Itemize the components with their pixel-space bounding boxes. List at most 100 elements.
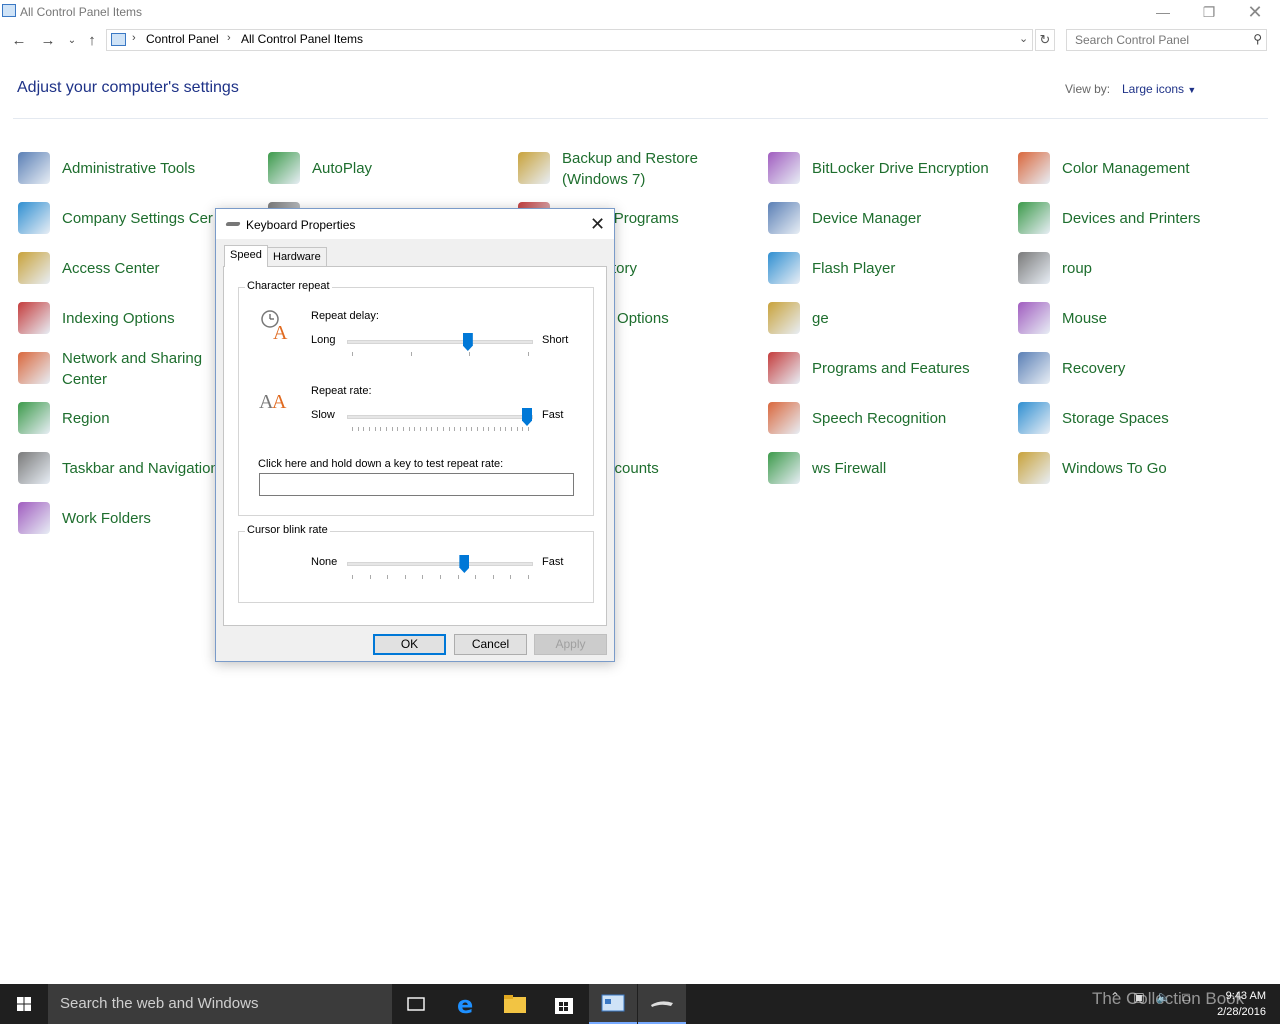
control-panel-item[interactable]: ge (768, 298, 1008, 342)
keyboard-properties-taskbar-icon[interactable] (638, 984, 686, 1024)
view-by-value: Large icons (1122, 82, 1185, 96)
system-tray[interactable]: ⌃ ▣ 🔈 □ (1110, 990, 1190, 1004)
repeat-delay-max-label: Short (542, 334, 569, 346)
control-panel-item[interactable]: Recovery (1018, 348, 1258, 392)
control-panel-item-label: Storage Spaces (1062, 410, 1169, 427)
slider-tick (454, 427, 456, 431)
repeat-rate-max-label: Fast (542, 409, 564, 421)
control-panel-item-label: Windows To Go (1062, 460, 1167, 477)
control-panel-item[interactable]: roup (1018, 248, 1258, 292)
slider-tick (357, 427, 359, 431)
up-arrow-icon[interactable]: ↑ (83, 32, 101, 49)
slider-tick (528, 352, 529, 356)
slider-tick (369, 575, 371, 579)
slider-tick (352, 575, 353, 579)
slider-tick (369, 427, 371, 431)
control-panel-item[interactable]: Speech Recognition (768, 398, 1008, 442)
slider-tick (437, 427, 439, 431)
breadcrumb-separator-icon[interactable]: › (227, 32, 231, 44)
refresh-icon[interactable]: ↻ (1035, 29, 1055, 51)
control-panel-item[interactable]: AutoPlay (268, 148, 508, 192)
repeat-rate-ticks (352, 427, 529, 432)
view-by-dropdown[interactable]: Large icons ▼ (1122, 82, 1196, 96)
repeat-rate-label: Repeat rate: (311, 385, 372, 397)
control-panel-item-label: BitLocker Drive Encryption (812, 160, 989, 177)
restore-icon[interactable]: ❐ (1186, 0, 1232, 24)
store-icon[interactable] (540, 984, 588, 1024)
control-panel-item[interactable]: Backup and Restore (Windows 7) (518, 148, 758, 192)
show-hidden-icons-icon[interactable]: ⌃ (1110, 990, 1120, 1004)
repeat-delay-min-label: Long (311, 334, 336, 346)
control-panel-item[interactable]: Administrative Tools (18, 148, 258, 192)
breadcrumb-all-items[interactable]: All Control Panel Items (241, 32, 363, 46)
firewall-icon (768, 452, 800, 484)
cancel-button[interactable]: Cancel (454, 634, 527, 655)
repeat-rate-slider[interactable] (522, 408, 532, 426)
control-panel-item[interactable]: Color Management (1018, 148, 1258, 192)
edge-icon[interactable]: e (443, 984, 491, 1024)
control-panel-taskbar-icon[interactable] (589, 984, 637, 1024)
label-line: Center (62, 371, 108, 388)
breadcrumb-separator-icon[interactable]: › (132, 32, 136, 44)
search-input[interactable] (1067, 30, 1245, 50)
search-icon[interactable]: ⚲ (1253, 32, 1262, 46)
recent-locations-chevron-icon[interactable]: ⌄ (63, 35, 81, 46)
control-panel-item[interactable]: Windows To Go (1018, 448, 1258, 492)
control-panel-item[interactable]: ws Firewall (768, 448, 1008, 492)
slider-tick (465, 427, 467, 431)
caret-down-icon: ▼ (1187, 85, 1197, 95)
slider-tick (475, 575, 477, 579)
action-center-icon[interactable]: □ (1182, 990, 1189, 1004)
slider-tick (420, 427, 422, 431)
forward-arrow-icon[interactable]: → (39, 32, 57, 49)
slider-tick (510, 427, 512, 431)
file-explorer-icon[interactable] (491, 984, 539, 1024)
back-arrow-icon[interactable]: ← (10, 32, 28, 49)
language-icon (768, 302, 800, 334)
control-panel-item[interactable]: Storage Spaces (1018, 398, 1258, 442)
taskbar-search[interactable]: Search the web and Windows (48, 984, 392, 1024)
slider-tick (510, 575, 512, 579)
control-panel-item[interactable]: BitLocker Drive Encryption (768, 148, 1008, 192)
ok-button[interactable]: OK (373, 634, 446, 655)
control-panel-item[interactable]: Flash Player (768, 248, 1008, 292)
slider-tick (380, 427, 382, 431)
cursor-blink-track (347, 562, 533, 566)
dialog-title-bar: Keyboard Properties ✕ (216, 209, 614, 239)
tab-hardware[interactable]: Hardware (267, 247, 327, 267)
repeat-rate-icon: A A (259, 391, 287, 412)
close-icon[interactable]: ✕ (590, 214, 605, 235)
control-panel-window: All Control Panel Items — ❐ ✕ ← → ⌄ ↑ › … (0, 0, 1280, 984)
test-repeat-input[interactable] (259, 473, 574, 496)
network-icon[interactable]: ▣ (1133, 990, 1144, 1004)
control-panel-item[interactable]: Programs and Features (768, 348, 1008, 392)
label-line: Backup and Restore (562, 150, 698, 167)
task-view-icon[interactable] (392, 984, 440, 1024)
slider-tick (528, 575, 529, 579)
address-bar[interactable]: › Control Panel › All Control Panel Item… (106, 29, 1033, 51)
chevron-down-icon[interactable]: ⌄ (1019, 32, 1028, 45)
breadcrumb-control-panel[interactable]: Control Panel (146, 32, 219, 46)
slider-tick (363, 427, 365, 431)
search-box[interactable]: ⚲ (1066, 29, 1267, 51)
tab-speed[interactable]: Speed (224, 245, 268, 267)
control-panel-item[interactable]: Mouse (1018, 298, 1258, 342)
control-panel-item-label: Programs and Features (812, 360, 970, 377)
minimize-icon[interactable]: — (1140, 0, 1186, 24)
clock-date: 2/28/2016 (1217, 1006, 1266, 1018)
start-button[interactable] (0, 984, 48, 1024)
slider-tick (352, 352, 353, 356)
close-icon[interactable]: ✕ (1232, 0, 1278, 24)
control-panel-item-label: ge (812, 310, 829, 327)
group-legend: Cursor blink rate (245, 524, 330, 536)
control-panel-item[interactable]: Devices and Printers (1018, 198, 1258, 242)
control-panel-item[interactable]: Device Manager (768, 198, 1008, 242)
slider-tick (408, 427, 410, 431)
repeat-delay-slider[interactable] (462, 333, 473, 351)
apply-button[interactable]: Apply (534, 634, 607, 655)
cursor-blink-slider[interactable] (459, 555, 470, 573)
clock[interactable]: 9:43 AM 2/28/2016 (1196, 988, 1266, 1020)
slider-tick (425, 427, 427, 431)
slider-tick (516, 427, 518, 431)
volume-icon[interactable]: 🔈 (1156, 990, 1171, 1004)
